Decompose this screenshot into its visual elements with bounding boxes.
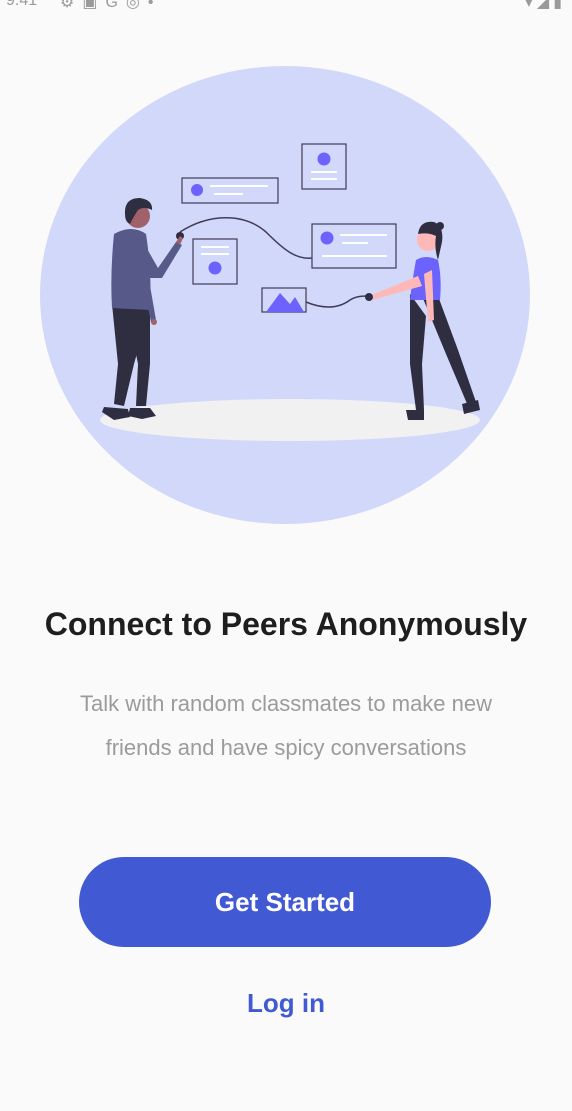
- status-bar: 9:41 ⚙▣G◎• ▾◢▮: [0, 0, 572, 14]
- card-wide-top: [181, 177, 279, 204]
- login-link[interactable]: Log in: [0, 988, 572, 1019]
- card-image: [261, 287, 307, 313]
- status-time: 9:41: [6, 0, 38, 9]
- card-small-top: [301, 143, 347, 190]
- status-system-icons: ▾◢▮: [524, 0, 566, 11]
- card-small-middle: [192, 238, 238, 285]
- card-wide-right: [311, 223, 397, 269]
- onboarding-subtitle: Talk with random classmates to make new …: [79, 691, 493, 760]
- hero-illustration: [40, 66, 530, 524]
- get-started-button[interactable]: Get Started: [79, 857, 491, 947]
- status-notification-icons: ⚙▣G◎•: [60, 0, 162, 11]
- onboarding-title: Connect to Peers Anonymously: [44, 606, 528, 642]
